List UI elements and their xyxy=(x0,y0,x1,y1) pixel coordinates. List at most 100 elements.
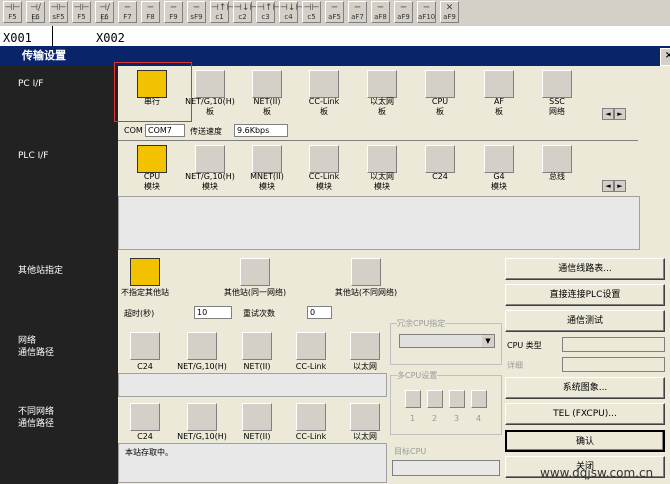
cpu-slot-2[interactable] xyxy=(427,390,443,408)
fkey-label: aF9 xyxy=(397,13,410,21)
cpu-slot-4[interactable] xyxy=(471,390,487,408)
plc-scroll-left[interactable]: ◄ xyxy=(602,180,614,192)
fkey-button-f6[interactable]: ⊣/⊢ F6 xyxy=(26,1,45,25)
fkey-button-f8[interactable]: ─ F8 xyxy=(141,1,160,23)
fkey-label: F5 xyxy=(8,13,17,21)
com-label: COM xyxy=(124,126,143,135)
fkey-button-af5[interactable]: ─ aF5 xyxy=(325,1,344,23)
pc-if-item-7-label: SSC 网络 xyxy=(549,97,565,116)
fkey-button-c2[interactable]: ⊣↓⊢ c2 xyxy=(233,1,257,23)
plc-detail-panel xyxy=(118,196,640,250)
pc-if-item-3-icon[interactable] xyxy=(309,70,339,98)
tel-fxcpu-button[interactable]: TEL (FXCPU)... xyxy=(505,403,665,425)
plc-if-item-3-icon[interactable] xyxy=(309,145,339,173)
ladder-symbol-icon: ─ xyxy=(331,3,338,13)
pc-scroll-left[interactable]: ◄ xyxy=(602,108,614,120)
fkey-label: c5 xyxy=(307,13,316,21)
redundant-cpu-select[interactable]: ▼ xyxy=(399,334,495,348)
other-station-item-1-icon[interactable] xyxy=(240,258,270,286)
route-item-1-icon[interactable] xyxy=(187,332,217,360)
timeout-field[interactable]: 10 xyxy=(194,306,232,319)
ladder-symbol-icon: ─ xyxy=(423,3,430,13)
fkey-label: F7 xyxy=(123,13,132,21)
plc-if-item-1-icon[interactable] xyxy=(195,145,225,173)
route-detail-panel xyxy=(118,373,387,397)
fkey-button-af10[interactable]: ─ aF10 xyxy=(417,1,436,23)
fkey-button-sf5[interactable]: ⊣⊢ sF5 xyxy=(49,1,68,23)
com-port-field[interactable]: COM7 xyxy=(145,124,185,137)
fkey-button-f5[interactable]: ⊣⊢ F5 xyxy=(72,1,91,23)
plc-if-item-6-icon[interactable] xyxy=(484,145,514,173)
ladder-symbol-icon: ⊣⊢ xyxy=(73,3,90,13)
ok-button[interactable]: 确认 xyxy=(505,430,665,452)
pc-scroll-right[interactable]: ► xyxy=(614,108,626,120)
ladder-symbol-icon: ─ xyxy=(377,3,384,13)
fkey-label: F8 xyxy=(146,13,155,21)
ladder-symbol-icon: ⊣↑⊢ xyxy=(211,3,235,13)
plc-if-item-7-icon[interactable] xyxy=(542,145,572,173)
fkey-button-c5[interactable]: ⊣⊢ c5 xyxy=(302,1,321,23)
fkey-button-f7[interactable]: ─ F7 xyxy=(118,1,137,23)
other-station-item-2-icon[interactable] xyxy=(351,258,381,286)
fkey-button-c4[interactable]: ⊣↓⊢ c4 xyxy=(279,1,303,23)
system-image-button[interactable]: 系统图象... xyxy=(505,377,665,399)
direct-plc-button[interactable]: 直接连接PLC设置 xyxy=(505,284,665,306)
fkey-label: sF9 xyxy=(190,13,203,21)
pc-if-item-2-icon[interactable] xyxy=(252,70,282,98)
pc-if-item-0-icon[interactable] xyxy=(137,70,167,98)
fkey-button-af9[interactable]: ─ aF9 xyxy=(394,1,413,23)
plc-if-item-0-icon[interactable] xyxy=(137,145,167,173)
fkey-label: aF7 xyxy=(351,13,364,21)
fkey-button-af7[interactable]: ─ aF7 xyxy=(348,1,367,23)
fkey-label: c2 xyxy=(238,13,247,21)
route-item-0-icon[interactable] xyxy=(130,332,160,360)
diff-route-item-0-icon[interactable] xyxy=(130,403,160,431)
speed-field[interactable]: 9.6Kbps xyxy=(234,124,288,137)
plc-if-item-5-icon[interactable] xyxy=(425,145,455,173)
plc-scroll-right[interactable]: ► xyxy=(614,180,626,192)
diff-route-item-2-icon[interactable] xyxy=(242,403,272,431)
other-station-item-2-label: 其他站(不同网络) xyxy=(334,288,398,297)
close-icon[interactable]: × xyxy=(660,48,670,66)
route-table-button[interactable]: 通信线路表... xyxy=(505,258,665,280)
divider xyxy=(118,140,638,141)
comm-test-button[interactable]: 通信测试 xyxy=(505,310,665,332)
fkey-button-af8[interactable]: ─ aF8 xyxy=(371,1,390,23)
fkey-label: aF8 xyxy=(374,13,387,21)
multi-cpu-group: 多CPU设置 1 2 3 4 xyxy=(390,370,502,435)
pc-if-item-6-icon[interactable] xyxy=(484,70,514,98)
other-station-item-0-icon[interactable] xyxy=(130,258,160,286)
fkey-button-sf9[interactable]: ─ sF9 xyxy=(187,1,206,23)
fkey-button-c3[interactable]: ⊣↑⊢ c3 xyxy=(256,1,280,23)
plc-if-item-4-icon[interactable] xyxy=(367,145,397,173)
timeout-label: 超时(秒) xyxy=(124,309,155,318)
fkey-button-f6[interactable]: ⊣/⊢ F6 xyxy=(95,1,114,25)
fkey-button-af9[interactable]: ✕ aF9 xyxy=(440,1,459,23)
route-item-2-icon[interactable] xyxy=(242,332,272,360)
diff-route-item-3-icon[interactable] xyxy=(296,403,326,431)
route-item-3-icon[interactable] xyxy=(296,332,326,360)
cpu-slot-1[interactable] xyxy=(405,390,421,408)
plc-if-item-2-icon[interactable] xyxy=(252,145,282,173)
diff-route-item-4-icon[interactable] xyxy=(350,403,380,431)
dialog-titlebar: 传输设置 × xyxy=(0,46,670,66)
pc-if-item-5-icon[interactable] xyxy=(425,70,455,98)
pc-if-item-1-icon[interactable] xyxy=(195,70,225,98)
cpu-type-field xyxy=(562,337,665,352)
diff-route-item-1-icon[interactable] xyxy=(187,403,217,431)
fkey-button-c1[interactable]: ⊣↑⊢ c1 xyxy=(210,1,235,23)
pc-if-item-7-icon[interactable] xyxy=(542,70,572,98)
fkey-label: F6 xyxy=(100,13,109,21)
ladder-symbol-icon: ─ xyxy=(147,3,154,13)
retry-field[interactable]: 0 xyxy=(307,306,332,319)
fkey-button-f5[interactable]: ⊣⊢ F5 xyxy=(3,1,22,23)
target-cpu-field[interactable] xyxy=(392,460,500,476)
chevron-down-icon: ▼ xyxy=(482,335,494,347)
target-cpu-label: 目标CPU xyxy=(394,447,427,456)
fkey-button-f9[interactable]: ─ F9 xyxy=(164,1,183,23)
diff-route-item-4-label: 以太网 xyxy=(353,432,377,441)
watermark: www.dqjsw.com.cn xyxy=(540,466,654,480)
cpu-slot-3[interactable] xyxy=(449,390,465,408)
route-item-4-icon[interactable] xyxy=(350,332,380,360)
pc-if-item-4-icon[interactable] xyxy=(367,70,397,98)
